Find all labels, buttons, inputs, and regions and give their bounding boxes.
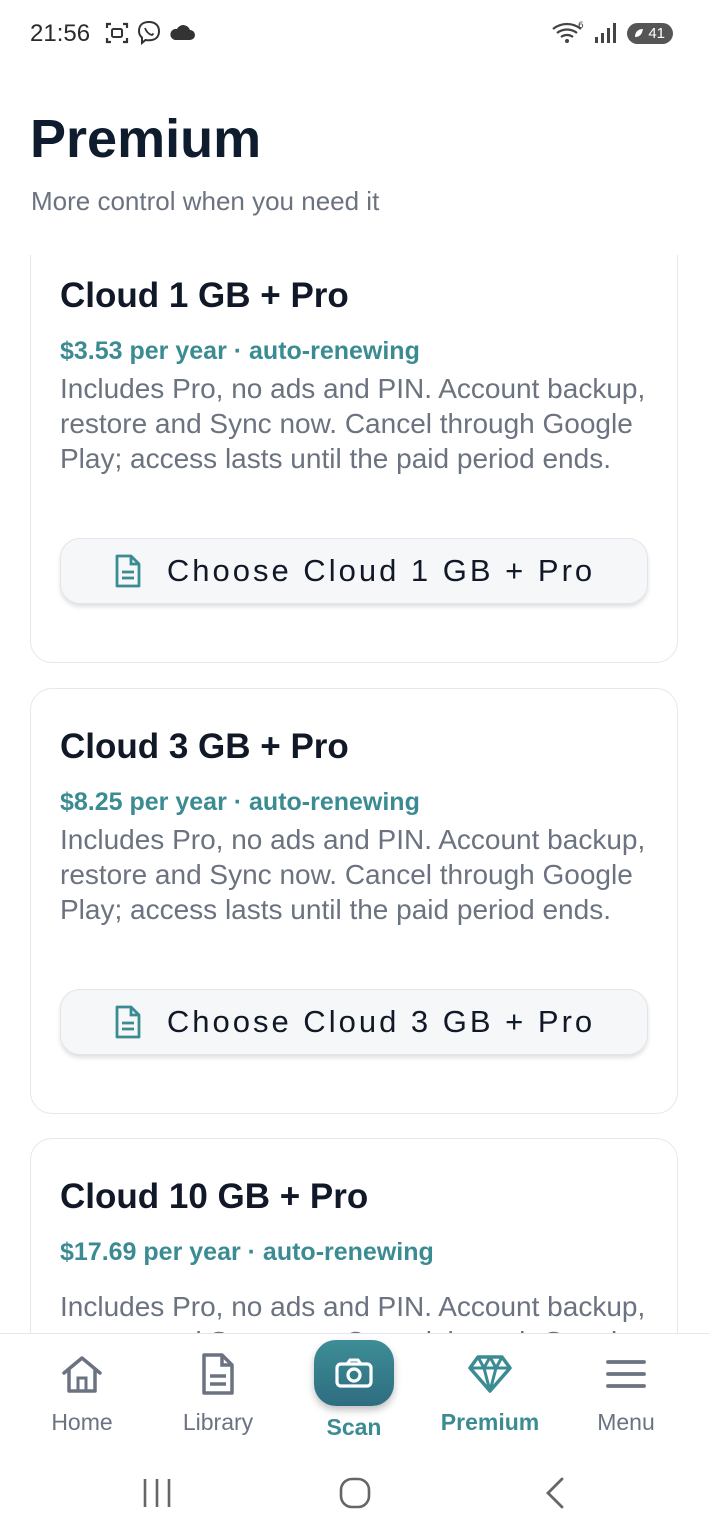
plans-scroll-area[interactable]: Cloud 1 GB + Pro $3.53 per year · auto-r…	[0, 255, 709, 1333]
nav-scan-label: Scan	[326, 1414, 382, 1440]
status-time: 21:56	[30, 20, 91, 47]
plan-title: Cloud 1 GB + Pro	[60, 276, 349, 315]
hamburger-menu-icon	[606, 1360, 646, 1388]
screenshot-icon	[105, 22, 129, 44]
wifi-icon: 6	[552, 21, 584, 43]
plan-description: Includes Pro, no ads and PIN. Account ba…	[60, 824, 646, 925]
battery-indicator: 41	[627, 22, 673, 44]
choose-plan-label: Choose Cloud 1 GB + Pro	[166, 553, 596, 588]
nav-home[interactable]: Home	[14, 1334, 150, 1452]
plan-price: $8.25 per year · auto-renewing	[60, 788, 420, 816]
plan-title: Cloud 10 GB + Pro	[60, 1177, 369, 1216]
recent-apps-icon[interactable]	[140, 1475, 174, 1511]
page-subtitle: More control when you need it	[31, 186, 380, 216]
nav-premium-label: Premium	[440, 1409, 540, 1435]
choose-plan-button[interactable]: Choose Cloud 1 GB + Pro	[60, 538, 648, 604]
plan-title: Cloud 3 GB + Pro	[60, 727, 349, 766]
viber-icon	[137, 20, 161, 46]
battery-level: 41	[648, 24, 665, 42]
nav-premium[interactable]: Premium	[422, 1334, 558, 1452]
page-title: Premium	[30, 109, 262, 169]
nav-menu[interactable]: Menu	[558, 1334, 694, 1452]
plan-card: Cloud 10 GB + Pro $17.69 per year · auto…	[30, 1138, 678, 1333]
plan-description: Includes Pro, no ads and PIN. Account ba…	[60, 1291, 646, 1333]
svg-text:6: 6	[578, 21, 584, 31]
choose-plan-button[interactable]: Choose Cloud 3 GB + Pro	[60, 989, 648, 1055]
home-system-icon[interactable]	[337, 1475, 373, 1511]
plan-description: Includes Pro, no ads and PIN. Account ba…	[60, 373, 646, 474]
plan-price: $3.53 per year · auto-renewing	[60, 337, 420, 365]
nav-library[interactable]: Library	[150, 1334, 286, 1452]
signal-icon	[595, 23, 617, 43]
plan-card: Cloud 3 GB + Pro $8.25 per year · auto-r…	[30, 688, 678, 1114]
nav-library-label: Library	[182, 1409, 254, 1435]
bottom-nav: Home Library Scan Premium Menu	[0, 1333, 709, 1452]
battery-saver-icon	[635, 29, 644, 37]
status-icons-left	[104, 20, 196, 46]
home-icon	[62, 1356, 102, 1393]
choose-plan-label: Choose Cloud 3 GB + Pro	[166, 1004, 596, 1039]
plan-price: $17.69 per year · auto-renewing	[60, 1238, 434, 1266]
camera-icon	[335, 1358, 373, 1388]
back-icon[interactable]	[540, 1475, 570, 1511]
nav-home-label: Home	[51, 1409, 113, 1435]
scan-button[interactable]	[314, 1340, 394, 1406]
cloud-icon	[170, 25, 195, 40]
status-icons-right: 6 41	[551, 20, 673, 46]
status-bar: 21:56 6 41	[0, 0, 709, 70]
document-icon	[115, 554, 141, 588]
system-nav-bar	[0, 1451, 709, 1536]
diamond-icon	[468, 1355, 512, 1393]
library-document-icon	[202, 1353, 234, 1395]
document-icon	[115, 1005, 141, 1039]
nav-menu-label: Menu	[597, 1409, 655, 1435]
plan-card: Cloud 1 GB + Pro $3.53 per year · auto-r…	[30, 255, 678, 663]
